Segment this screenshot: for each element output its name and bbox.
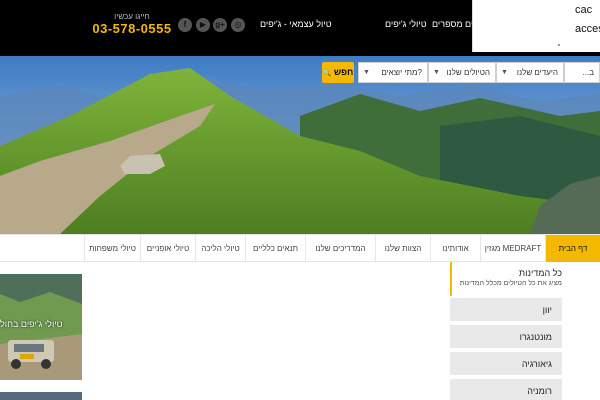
tab-team[interactable]: הצוות שלנו xyxy=(375,235,430,262)
tab-home[interactable]: דף הבית xyxy=(545,235,600,262)
chevron-down-icon: ▼ xyxy=(433,69,440,76)
tab-about[interactable]: אודותינו xyxy=(430,235,480,262)
tab-cycling[interactable]: טיולי אופניים xyxy=(140,235,195,262)
country-romania[interactable]: רומניה xyxy=(450,379,562,400)
tour-select-value: הטיולים שלנו xyxy=(446,68,490,77)
tour-card-image-2[interactable] xyxy=(0,392,82,400)
popup-marker xyxy=(558,44,560,46)
google-plus-icon[interactable]: g+ xyxy=(213,18,227,32)
main-tabs: דף הבית מגזין MEDRAFT אודותינו הצוות שלנ… xyxy=(0,234,600,262)
sidebar-accent xyxy=(450,262,452,296)
country-montenegro[interactable]: מונטנגרו xyxy=(450,325,562,350)
search-field-value: ...ב xyxy=(582,68,594,77)
overlay-popup: cac acces xyxy=(472,0,600,52)
tab-terms[interactable]: תנאים כלליים xyxy=(245,235,305,262)
instagram-icon[interactable]: ◎ xyxy=(231,18,245,32)
search-button[interactable]: 🔍 חפש xyxy=(322,62,354,83)
date-select-value: מתי יוצאים? xyxy=(381,68,422,77)
youtube-icon[interactable]: ▶ xyxy=(196,18,210,32)
phone-number[interactable]: 03-578-0555 xyxy=(92,21,172,37)
chevron-down-icon: ▼ xyxy=(363,69,370,76)
destination-select[interactable]: ▼ היעדים שלנו xyxy=(496,62,564,83)
tab-hiking[interactable]: טיולי הליכה xyxy=(195,235,245,262)
destination-select-value: היעדים שלנו xyxy=(516,68,558,77)
search-button-label: חפש xyxy=(333,67,354,77)
date-select[interactable]: ▼ מתי יוצאים? xyxy=(358,62,428,83)
facebook-icon[interactable]: f xyxy=(178,18,192,32)
nav-item-jeep-tours[interactable]: טיולי ג'יפים xyxy=(385,19,427,29)
phone-caption: חייגו עכשיו xyxy=(114,12,150,21)
popup-line-1: cac xyxy=(575,4,593,16)
tour-select[interactable]: ▼ הטיולים שלנו xyxy=(428,62,496,83)
popup-line-2: acces xyxy=(575,23,600,35)
chevron-down-icon: ▼ xyxy=(501,69,508,76)
tab-magazine[interactable]: מגזין MEDRAFT xyxy=(480,235,545,262)
tab-family[interactable]: טיולי משפחות xyxy=(84,235,140,262)
country-georgia[interactable]: גיאורגיה xyxy=(450,352,562,377)
tour-card-caption: טיולי ג'יפים בחול xyxy=(0,319,63,329)
all-countries-subtitle: מציג את כל הטיולים מכלל המדינות xyxy=(459,280,562,287)
all-countries-header[interactable]: כל המדינות מציג את כל הטיולים מכלל המדינ… xyxy=(450,262,600,296)
all-countries-title: כל המדינות xyxy=(518,268,562,278)
search-keyword-field[interactable]: ...ב xyxy=(564,62,600,83)
phone-block[interactable]: חייגו עכשיו 03-578-0555 xyxy=(92,12,172,37)
nav-item-self-drive[interactable]: טיול עצמאי - ג'יפים xyxy=(260,19,332,29)
search-icon: 🔍 xyxy=(322,70,332,77)
country-greece[interactable]: יוון xyxy=(450,298,562,323)
tab-guides[interactable]: המדריכים שלנו xyxy=(305,235,375,262)
